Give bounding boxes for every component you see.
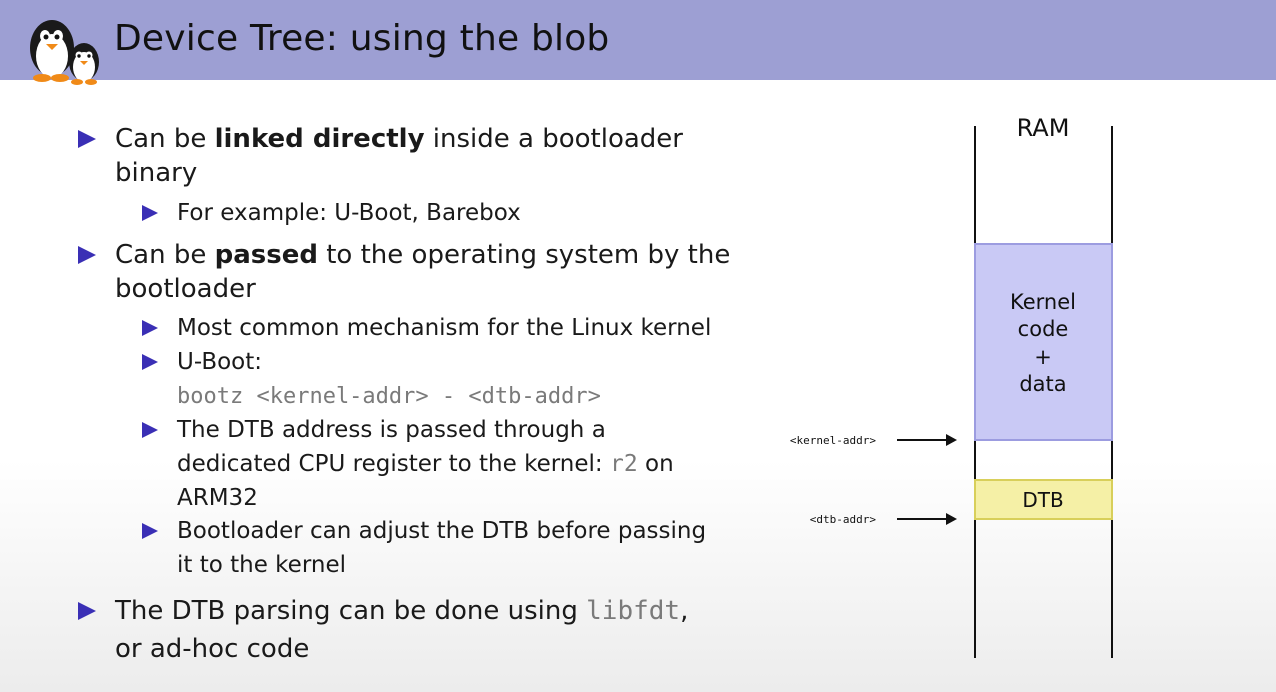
bullet-marker-icon xyxy=(78,602,96,620)
sub-bullet-marker-icon xyxy=(142,354,158,370)
bullet-linked-directly-cont: binary xyxy=(115,158,198,188)
sub-bullet-uboot: U-Boot: xyxy=(177,349,263,375)
dtb-block-label: DTB xyxy=(1022,488,1063,512)
bullet-marker-icon xyxy=(78,130,96,148)
sub-bullet-common-mechanism: Most common mechanism for the Linux kern… xyxy=(177,315,712,341)
dtb-addr-arrowhead-icon xyxy=(946,513,957,525)
bullet-marker-icon xyxy=(78,246,96,264)
kernel-block-line1: Kernel xyxy=(1010,290,1076,314)
bullet-linked-directly: Can be linked directly inside a bootload… xyxy=(115,124,683,154)
kernel-block xyxy=(974,243,1113,441)
sub-bullet-marker-icon xyxy=(142,205,158,221)
bullet-dtb-parsing: The DTB parsing can be done using libfdt… xyxy=(115,596,689,626)
ram-diagram: RAM Kernel code + data DTB <kernel-addr>… xyxy=(790,114,1113,658)
sub-bullet-dtb-address-line3: ARM32 xyxy=(177,485,258,511)
sub-bullet-marker-icon xyxy=(142,422,158,438)
bullet-passed: Can be passed to the operating system by… xyxy=(115,240,731,270)
uboot-command-code: bootz <kernel-addr> - <dtb-addr> xyxy=(177,384,601,409)
kernel-block-line4: data xyxy=(1019,372,1066,396)
kernel-block-line3: + xyxy=(1034,345,1052,369)
bullet-dtb-parsing-cont: or ad-hoc code xyxy=(115,634,310,664)
bullet-list: Can be linked directly inside a bootload… xyxy=(0,0,760,692)
sub-bullet-marker-icon xyxy=(142,523,158,539)
sub-bullet-marker-icon xyxy=(142,320,158,336)
sub-bullet-dtb-address-line1: The DTB address is passed through a xyxy=(177,417,606,443)
bullet-passed-cont: bootloader xyxy=(115,274,256,304)
sub-bullet-dtb-address-line2: dedicated CPU register to the kernel: r2… xyxy=(177,451,674,477)
sub-bullet-adjust-dtb-line1: Bootloader can adjust the DTB before pas… xyxy=(177,518,707,544)
dtb-addr-label: <dtb-addr> xyxy=(810,513,877,526)
sub-bullet-example: For example: U-Boot, Barebox xyxy=(177,200,521,226)
sub-bullet-adjust-dtb-line2: it to the kernel xyxy=(177,552,346,578)
ram-label: RAM xyxy=(1017,114,1070,142)
kernel-block-line2: code xyxy=(1018,317,1069,341)
kernel-addr-label: <kernel-addr> xyxy=(790,434,876,447)
kernel-addr-arrowhead-icon xyxy=(946,434,957,446)
